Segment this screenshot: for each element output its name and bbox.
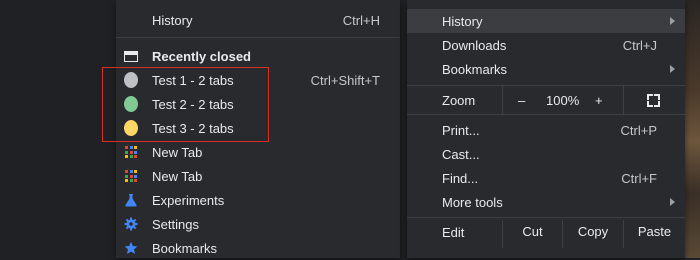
zoom-separator — [623, 86, 624, 114]
cut-button[interactable]: Cut — [503, 220, 562, 244]
background-wallpaper — [685, 0, 700, 258]
reopen-shortcut: Ctrl+Shift+T — [310, 72, 380, 88]
divider — [407, 217, 685, 218]
flask-icon — [124, 193, 138, 207]
closed-tab-label: New Tab — [152, 168, 203, 184]
recently-closed-label: Recently closed — [152, 48, 251, 64]
fullscreen-icon[interactable] — [647, 94, 660, 107]
history-menu-item[interactable]: History Ctrl+H — [116, 8, 400, 32]
paste-button[interactable]: Paste — [624, 220, 685, 244]
closed-tab-item[interactable]: New Tab — [116, 140, 400, 164]
closed-tab-label: Experiments — [152, 192, 225, 208]
star-icon — [124, 241, 138, 255]
edit-row: Edit Cut Copy Paste — [407, 220, 685, 248]
window-icon — [124, 49, 138, 63]
edit-label: Edit — [442, 225, 465, 240]
downloads-label: Downloads — [442, 38, 507, 53]
divider — [407, 114, 685, 115]
zoom-level: 100% — [546, 93, 580, 108]
zoom-label: Zoom — [442, 93, 476, 108]
highlight-annotation-box — [102, 67, 269, 142]
menu-item-downloads[interactable]: Downloads Ctrl+J — [407, 33, 685, 57]
find-shortcut: Ctrl+F — [621, 171, 657, 186]
zoom-separator — [502, 86, 503, 114]
menu-item-history[interactable]: History — [407, 9, 685, 33]
submenu-arrow-icon — [670, 198, 675, 206]
chrome-main-menu: History Downloads Ctrl+J Bookmarks Zoom … — [407, 0, 685, 258]
submenu-arrow-icon — [670, 17, 675, 25]
submenu-arrow-icon — [670, 65, 675, 73]
print-shortcut: Ctrl+P — [620, 123, 657, 138]
bookmarks-label: Bookmarks — [442, 62, 508, 77]
closed-tab-label: New Tab — [152, 144, 203, 160]
cast-label: Cast... — [442, 147, 480, 162]
copy-button[interactable]: Copy — [563, 220, 623, 244]
zoom-in-button[interactable]: + — [595, 93, 603, 108]
divider — [407, 85, 685, 86]
menu-item-bookmarks[interactable]: Bookmarks — [407, 57, 685, 81]
zoom-row: Zoom – 100% + — [407, 86, 685, 114]
new-tab-grid-icon — [124, 145, 138, 159]
closed-tab-item[interactable]: Settings — [116, 212, 400, 236]
menu-item-find[interactable]: Find... Ctrl+F — [407, 166, 685, 190]
zoom-out-button[interactable]: – — [518, 93, 525, 108]
closed-tab-label: Bookmarks — [152, 240, 218, 256]
more-tools-label: More tools — [442, 195, 503, 210]
closed-tab-label: Settings — [152, 216, 199, 232]
history-label: History — [442, 14, 483, 29]
gear-icon — [124, 217, 138, 231]
history-shortcut: Ctrl+H — [342, 12, 380, 28]
downloads-shortcut: Ctrl+J — [622, 38, 657, 53]
history-label: History — [152, 12, 193, 28]
recently-closed-header: Recently closed — [116, 44, 400, 68]
menu-item-more-tools[interactable]: More tools — [407, 190, 685, 214]
closed-tab-item[interactable]: New Tab — [116, 164, 400, 188]
print-label: Print... — [442, 123, 480, 138]
find-label: Find... — [442, 171, 479, 186]
menu-item-print[interactable]: Print... Ctrl+P — [407, 118, 685, 142]
menu-item-cast[interactable]: Cast... — [407, 142, 685, 166]
divider — [116, 37, 400, 38]
new-tab-grid-icon — [124, 169, 138, 183]
closed-tab-item[interactable]: Experiments — [116, 188, 400, 212]
closed-tab-item[interactable]: Bookmarks — [116, 236, 400, 260]
